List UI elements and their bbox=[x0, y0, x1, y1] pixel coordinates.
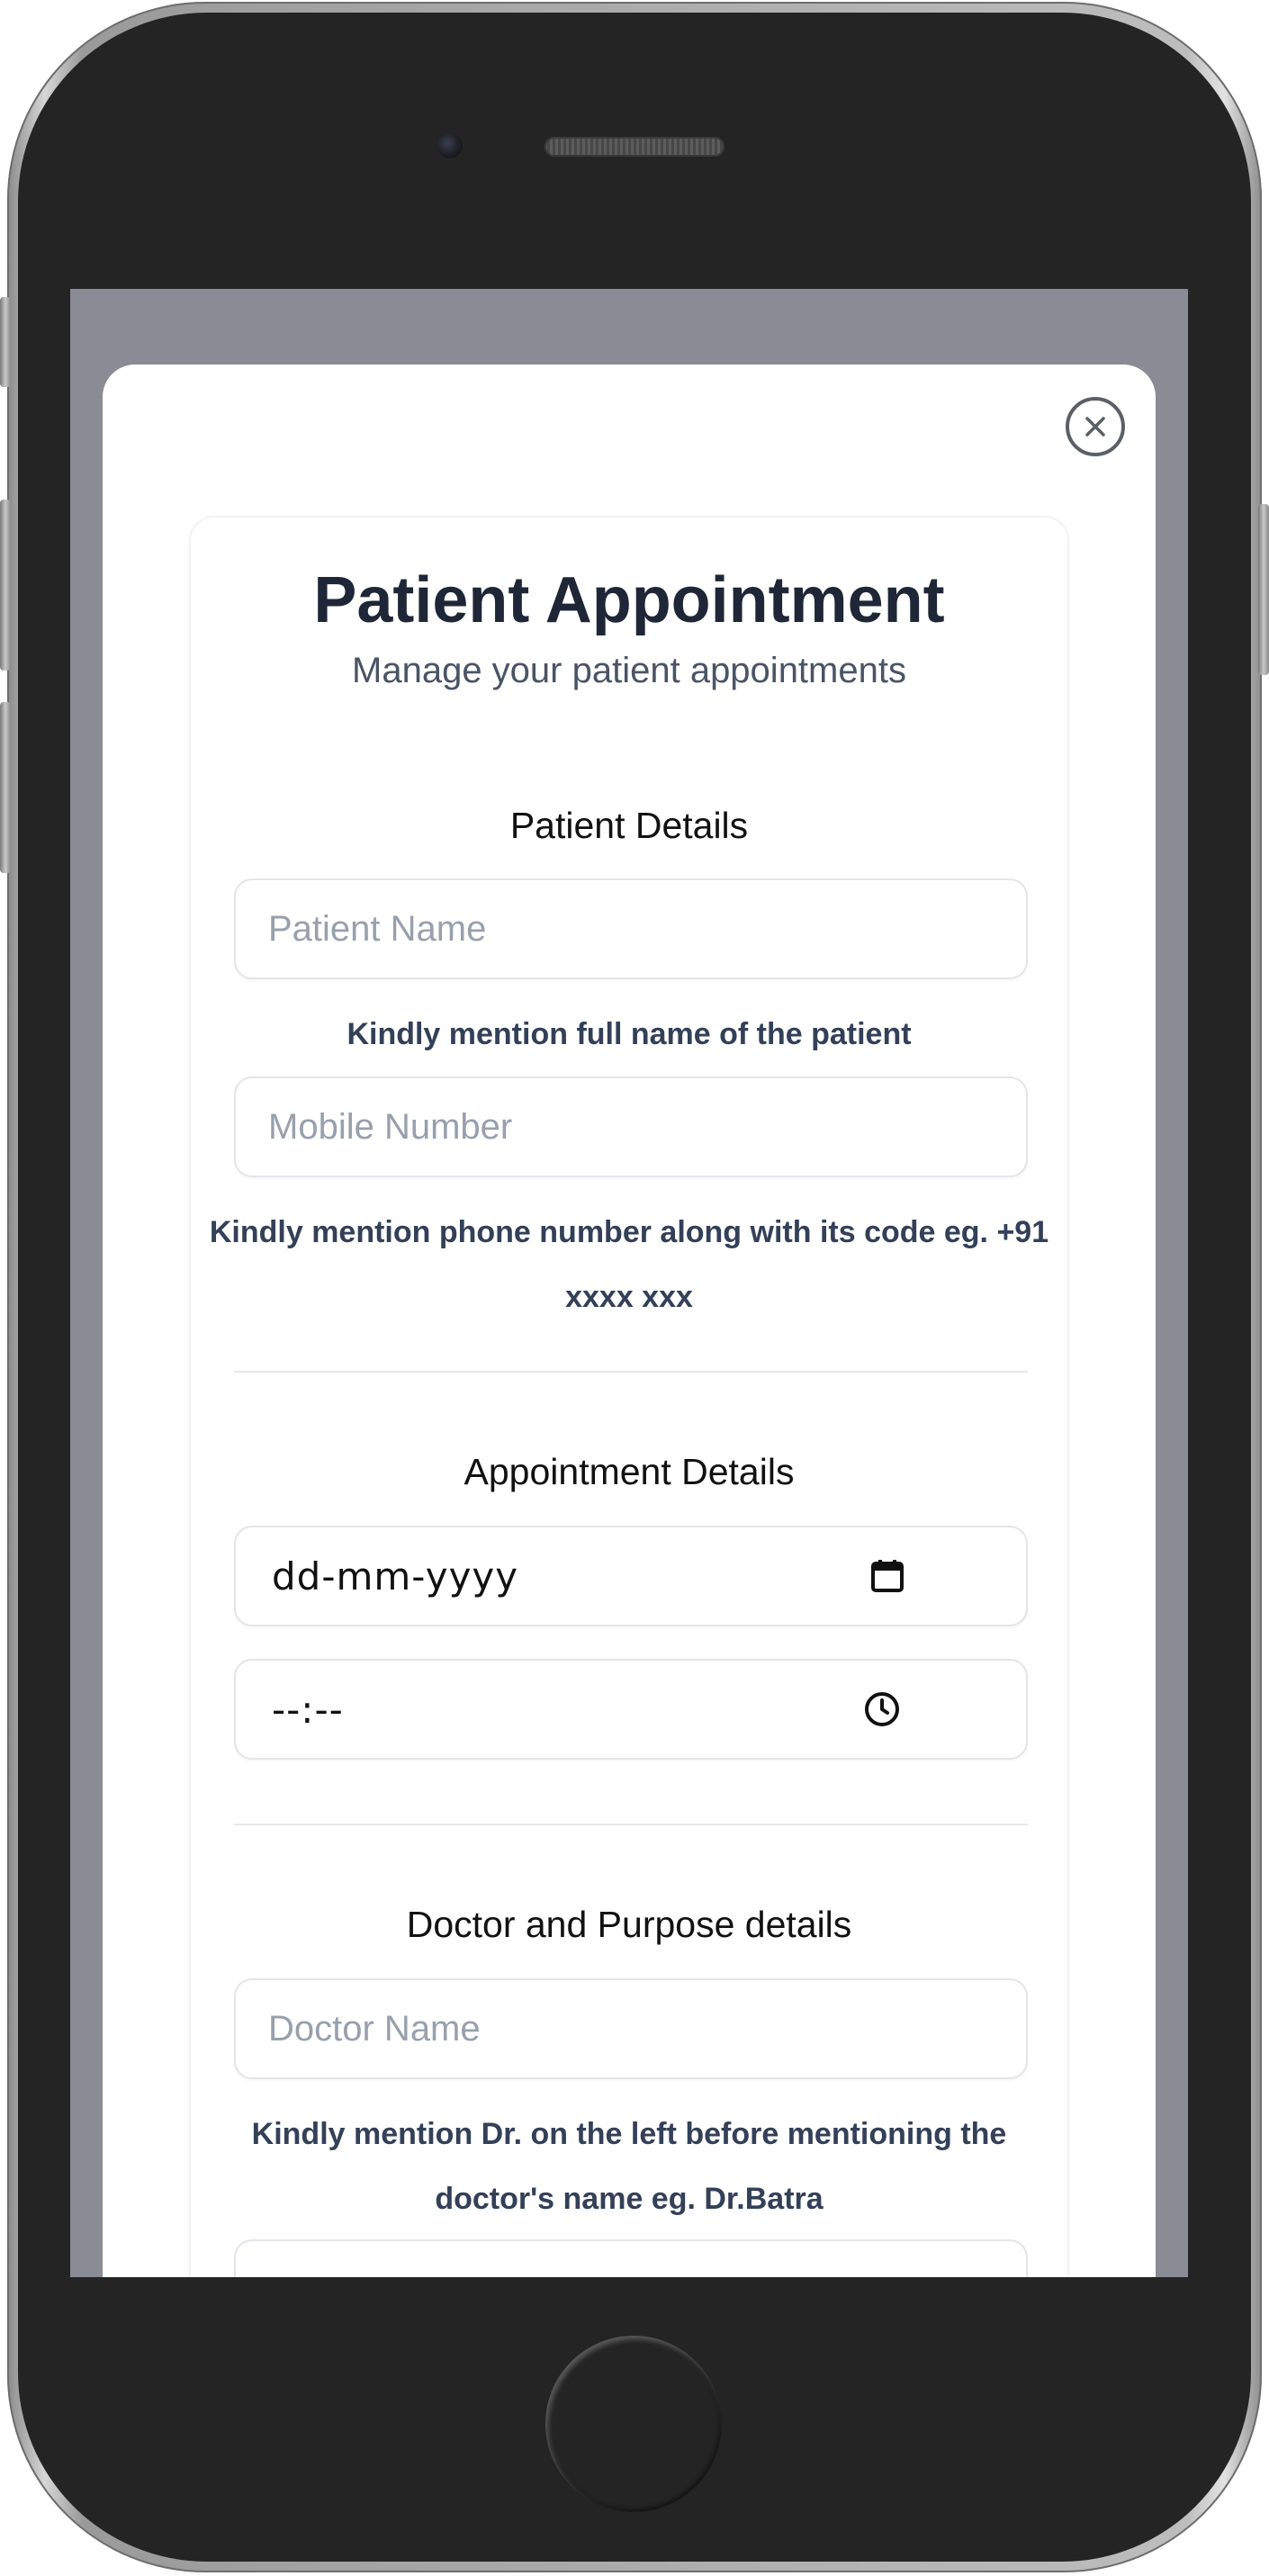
date-value: dd-mm-yyyy bbox=[272, 1554, 519, 1599]
calendar-icon[interactable] bbox=[866, 1554, 909, 1598]
page-title: Patient Appointment bbox=[313, 564, 945, 636]
screen: Patient Appointment Manage your patient … bbox=[70, 289, 1188, 2277]
appointment-modal: Patient Appointment Manage your patient … bbox=[103, 365, 1156, 2277]
clock-icon[interactable] bbox=[860, 1688, 904, 1731]
purpose-input[interactable] bbox=[234, 2239, 1028, 2277]
page-subtitle: Manage your patient appointments bbox=[352, 651, 906, 690]
mute-switch bbox=[0, 297, 11, 387]
appointment-details-heading: Appointment Details bbox=[464, 1451, 795, 1492]
patient-name-help: Kindly mention full name of the patient bbox=[346, 1017, 912, 1051]
appointment-time-input[interactable]: --:-- bbox=[234, 1659, 1028, 1760]
close-icon[interactable] bbox=[1066, 397, 1125, 456]
section-divider bbox=[234, 1824, 1028, 1825]
appointment-date-input[interactable]: dd-mm-yyyy bbox=[234, 1526, 1028, 1626]
appointment-form-card: Patient Appointment Manage your patient … bbox=[189, 516, 1069, 2277]
front-camera bbox=[437, 133, 463, 158]
doctor-details-heading: Doctor and Purpose details bbox=[406, 1904, 852, 1945]
close-x-glyph bbox=[1085, 417, 1105, 437]
doctor-name-help: Kindly mention Dr. on the left before me… bbox=[251, 2117, 1007, 2216]
mobile-number-input[interactable] bbox=[234, 1076, 1028, 1177]
mobile-number-help: Kindly mention phone number along with i… bbox=[209, 1215, 1049, 1314]
doctor-name-input[interactable] bbox=[234, 1978, 1028, 2079]
volume-up-button bbox=[0, 500, 11, 671]
earpiece-speaker bbox=[544, 137, 724, 157]
patient-details-heading: Patient Details bbox=[509, 805, 749, 846]
home-button[interactable] bbox=[545, 2336, 722, 2512]
section-divider bbox=[234, 1371, 1028, 1373]
time-value: --:-- bbox=[272, 1688, 344, 1732]
patient-name-input[interactable] bbox=[234, 878, 1028, 979]
volume-down-button bbox=[0, 702, 11, 873]
power-button bbox=[1258, 504, 1269, 675]
